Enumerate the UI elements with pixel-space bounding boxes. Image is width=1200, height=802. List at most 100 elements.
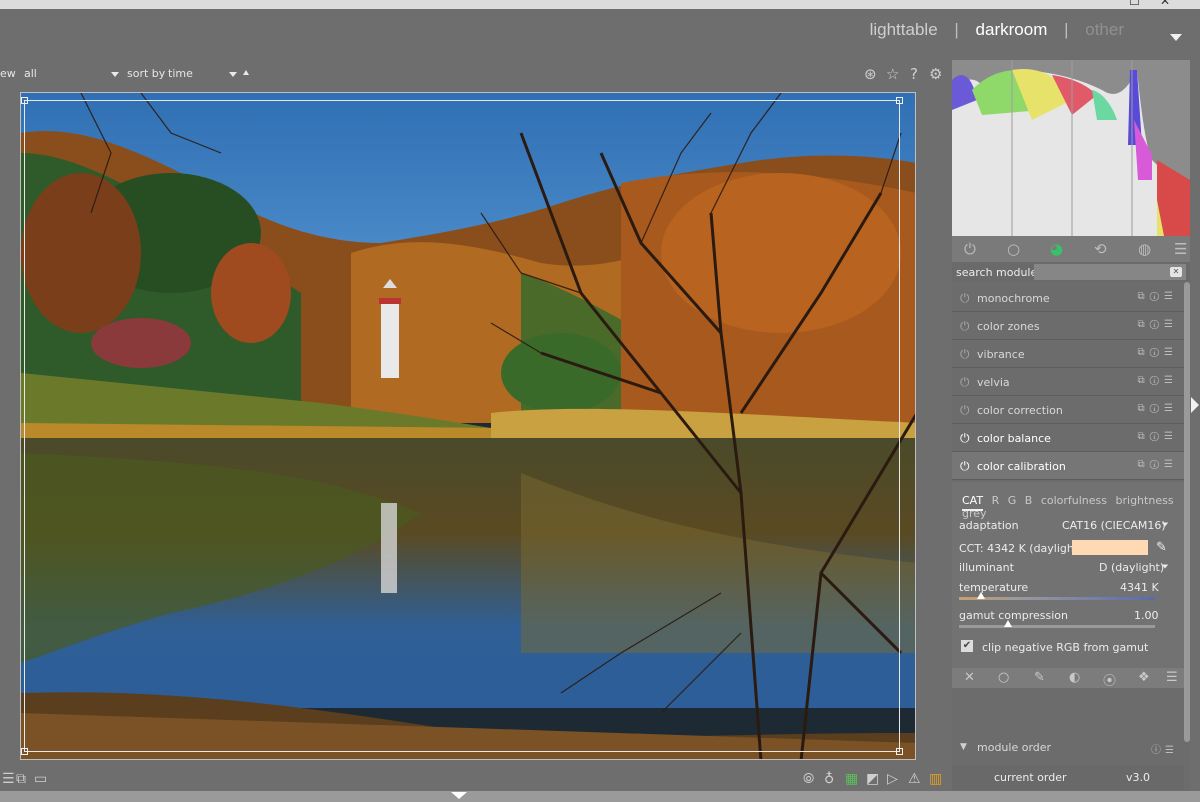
bulb-icon[interactable]: ♁ xyxy=(824,771,834,787)
sort-dropdown-icon[interactable] xyxy=(229,72,237,77)
power-icon[interactable]: ⏻ xyxy=(960,347,970,362)
module-monochrome[interactable]: ⏻ monochrome ⧉ⓘ☰ xyxy=(952,284,1184,312)
view-lighttable[interactable]: lighttable xyxy=(870,20,938,39)
display-icon[interactable]: ▭ xyxy=(34,771,47,787)
menu-icon[interactable]: ☰ xyxy=(1166,670,1178,685)
bottom-toolbar: ☰ ⧉ ▭ ⦾ ♁ ▦ ◩ ▷ ⚠ ▥ xyxy=(0,769,952,791)
view-filter-dropdown-icon[interactable] xyxy=(111,72,119,77)
circle-icon[interactable]: ○ xyxy=(998,670,1009,685)
close-icon[interactable]: ✕ xyxy=(964,670,975,685)
tab-brightness[interactable]: brightness xyxy=(1116,494,1174,507)
adaptation-select[interactable]: CAT16 (CIECAM16) xyxy=(1062,519,1166,532)
window-controls[interactable]: ☐✕ xyxy=(1129,0,1190,8)
module-color-balance[interactable]: ⏻ color balance ⧉ⓘ☰ xyxy=(952,424,1184,452)
module-order-icons[interactable]: ⓘ☰ xyxy=(1151,741,1178,756)
base-group-circle-icon[interactable]: ○ xyxy=(1007,240,1020,258)
gear-icon[interactable]: ⚙ xyxy=(929,65,942,83)
module-color-calibration[interactable]: ⏻ color calibration ⧉ⓘ☰ xyxy=(952,452,1184,480)
clipping-icon[interactable]: ▥ xyxy=(929,771,942,787)
module-vibrance[interactable]: ⏻ vibrance ⧉ⓘ☰ xyxy=(952,340,1184,368)
module-header-icons[interactable]: ⧉ⓘ☰ xyxy=(1138,375,1178,386)
power-icon[interactable]: ⏻ xyxy=(960,403,970,418)
histogram[interactable] xyxy=(952,60,1190,236)
color-picker-eyedropper-icon[interactable]: ✎ xyxy=(1156,540,1167,555)
module-velvia[interactable]: ⏻ velvia ⧉ⓘ☰ xyxy=(952,368,1184,396)
filmstrip-strip[interactable] xyxy=(0,791,1200,802)
module-name: color correction xyxy=(977,404,1063,417)
warning-icon[interactable]: ⚠ xyxy=(908,771,921,787)
power-icon[interactable]: ⏻ xyxy=(960,375,970,390)
illuminant-label: illuminant xyxy=(959,561,1014,574)
top-panel-strip[interactable] xyxy=(0,0,1200,9)
adaptation-dropdown-icon[interactable] xyxy=(1161,522,1169,527)
module-group-tabs: ⏻ ○ ◕ ⟲ ◍ ☰ xyxy=(952,236,1190,262)
power-icon[interactable]: ⏻ xyxy=(960,291,970,306)
raw-overexposed-icon[interactable]: ▷ xyxy=(887,771,898,787)
gamut-check-icon[interactable]: ◩ xyxy=(866,771,879,787)
view-darkroom[interactable]: darkroom xyxy=(976,20,1048,39)
view-filter-value[interactable]: all xyxy=(24,67,37,80)
color-picker-icon[interactable]: ⊛ xyxy=(864,65,877,83)
softproof-icon[interactable]: ▦ xyxy=(845,771,858,787)
collapse-bottom-arrow-icon[interactable] xyxy=(451,792,467,799)
close-icon[interactable]: ✕ xyxy=(1160,0,1190,8)
tab-b[interactable]: B xyxy=(1025,494,1033,507)
drawn-parametric-icon[interactable]: ◐ xyxy=(1069,670,1080,685)
tab-colorfulness[interactable]: colorfulness xyxy=(1041,494,1107,507)
illuminant-select[interactable]: D (daylight) xyxy=(1099,561,1164,574)
lake-lighthouse-photo xyxy=(21,93,915,759)
module-color-correction[interactable]: ⏻ color correction ⧉ⓘ☰ xyxy=(952,396,1184,424)
second-window-icon[interactable]: ⧉ xyxy=(16,771,26,787)
collapse-right-arrow-icon[interactable] xyxy=(1191,397,1199,413)
focus-peaking-icon[interactable]: ⦾ xyxy=(803,771,814,787)
styles-icon[interactable]: ☰ xyxy=(2,771,15,787)
module-name: color balance xyxy=(977,432,1051,445)
raster-mask-icon[interactable]: ❖ xyxy=(1138,670,1150,685)
gamut-compression-slider-thumb[interactable] xyxy=(1004,620,1012,627)
power-icon[interactable]: ⏻ xyxy=(960,431,970,446)
color-group-icon[interactable]: ◕ xyxy=(1050,240,1063,258)
sort-order-icon[interactable] xyxy=(243,70,249,75)
module-color-zones[interactable]: ⏻ color zones ⧉ⓘ☰ xyxy=(952,312,1184,340)
current-order-label: current order xyxy=(994,771,1067,784)
power-icon[interactable]: ⏻ xyxy=(960,459,970,474)
right-panel-scrollbar[interactable] xyxy=(1184,282,1190,742)
brush-icon[interactable]: ✎ xyxy=(1034,670,1045,685)
clear-search-icon[interactable]: ✕ xyxy=(1170,267,1182,277)
sort-by-value[interactable]: time xyxy=(168,67,193,80)
module-header-icons[interactable]: ⧉ⓘ☰ xyxy=(1138,319,1178,330)
photo-preview[interactable] xyxy=(20,92,916,760)
temperature-slider-thumb[interactable] xyxy=(976,592,985,599)
help-icon[interactable]: ? xyxy=(910,65,918,83)
view-filter-label: ew xyxy=(0,67,16,80)
power-icon[interactable]: ⏻ xyxy=(960,319,970,334)
star-icon[interactable]: ☆ xyxy=(886,65,899,83)
maximize-icon[interactable]: ☐ xyxy=(1129,0,1160,8)
active-modules-power-icon[interactable]: ⏻ xyxy=(964,240,976,258)
temperature-slider[interactable] xyxy=(959,597,1155,600)
view-menu-chevron-icon[interactable] xyxy=(1170,34,1182,41)
presets-menu-icon[interactable]: ☰ xyxy=(1174,240,1187,258)
temperature-value: 4341 K xyxy=(1120,581,1159,594)
collapse-triangle-icon[interactable]: ▼ xyxy=(960,742,967,752)
module-header-icons[interactable]: ⧉ⓘ☰ xyxy=(1138,403,1178,414)
effect-group-icon[interactable]: ◍ xyxy=(1138,240,1151,258)
tab-r[interactable]: R xyxy=(992,494,1000,507)
module-header-icons[interactable]: ⧉ⓘ☰ xyxy=(1138,347,1178,358)
module-header-icons[interactable]: ⧉ⓘ☰ xyxy=(1138,291,1178,302)
module-header-icons[interactable]: ⧉ⓘ☰ xyxy=(1138,459,1178,470)
illuminant-dropdown-icon[interactable] xyxy=(1161,564,1169,569)
temperature-label: temperature xyxy=(959,581,1029,594)
module-order-row[interactable]: ▼ module order ⓘ☰ xyxy=(952,738,1184,760)
search-module-label: search module xyxy=(956,266,1038,279)
module-header-icons[interactable]: ⧉ⓘ☰ xyxy=(1138,431,1178,442)
view-other[interactable]: other xyxy=(1085,20,1124,39)
tab-g[interactable]: G xyxy=(1008,494,1017,507)
search-input[interactable] xyxy=(1034,264,1186,280)
filter-bar: ew all sort by time ⊛ ☆ ? ⚙ xyxy=(0,63,952,85)
module-quick-icons: ✕ ○ ✎ ◐ ⦿ ❖ ☰ xyxy=(952,668,1184,689)
clip-negative-checkbox[interactable]: ✔ xyxy=(961,640,973,652)
parametric-icon[interactable]: ⦿ xyxy=(1103,670,1116,689)
correct-group-icon[interactable]: ⟲ xyxy=(1094,240,1107,258)
gamut-compression-slider[interactable] xyxy=(959,625,1155,628)
